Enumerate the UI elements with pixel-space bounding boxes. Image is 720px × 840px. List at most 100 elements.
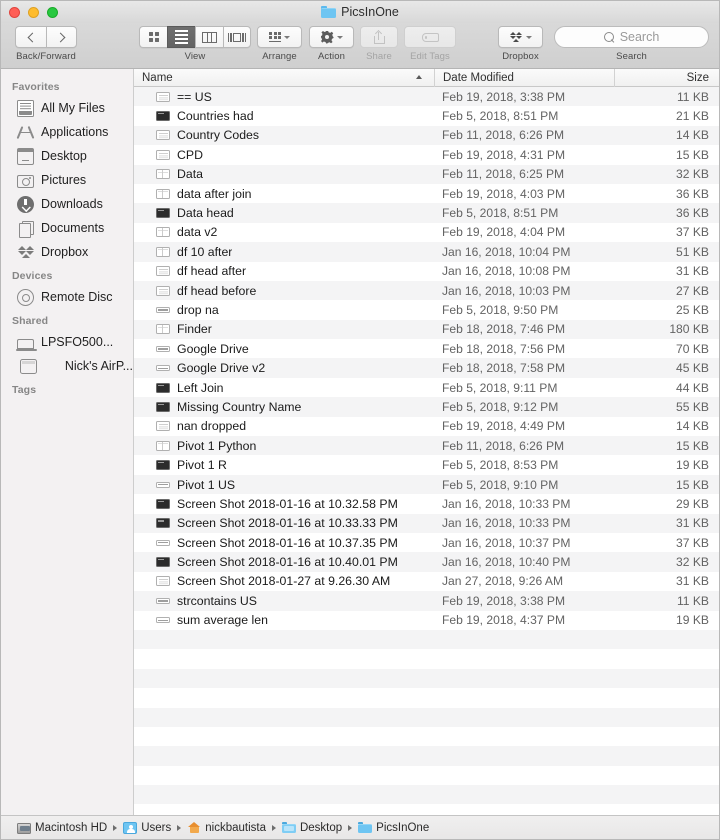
empty-row[interactable] <box>134 785 719 804</box>
empty-row[interactable] <box>134 669 719 688</box>
empty-row[interactable] <box>134 804 719 815</box>
table-row[interactable]: data after joinFeb 19, 2018, 4:03 PM36 K… <box>134 184 719 203</box>
table-row[interactable]: df head beforeJan 16, 2018, 10:03 PM27 K… <box>134 281 719 300</box>
table-row[interactable]: Country CodesFeb 11, 2018, 6:26 PM14 KB <box>134 126 719 145</box>
sidebar-item-all-my-files[interactable]: All My Files <box>1 96 133 120</box>
table-row[interactable]: drop naFeb 5, 2018, 9:50 PM25 KB <box>134 300 719 319</box>
breadcrumb-item[interactable]: PicsInOne <box>358 822 429 834</box>
table-row[interactable]: == USFeb 19, 2018, 3:38 PM11 KB <box>134 87 719 106</box>
chevron-down-icon <box>526 36 532 39</box>
arrange-button[interactable] <box>257 26 302 48</box>
file-name: Country Codes <box>177 128 259 142</box>
column-header-size[interactable]: Size <box>614 69 719 87</box>
close-button[interactable] <box>9 7 20 18</box>
table-row[interactable]: DataFeb 11, 2018, 6:25 PM32 KB <box>134 165 719 184</box>
breadcrumb-item[interactable]: Desktop <box>282 822 342 834</box>
sidebar-item-dropbox[interactable]: Dropbox <box>1 240 133 264</box>
magnifier-icon <box>604 32 615 43</box>
action-button[interactable] <box>309 26 354 48</box>
file-size: 31 KB <box>614 264 719 278</box>
table-row[interactable]: Screen Shot 2018-01-16 at 10.33.33 PM Jan… <box>134 514 719 533</box>
sidebar-item-desktop[interactable]: Desktop <box>1 144 133 168</box>
table-row[interactable]: df 10 afterJan 16, 2018, 10:04 PM51 KB <box>134 242 719 261</box>
breadcrumb-label: Users <box>141 822 171 834</box>
back-button[interactable] <box>15 26 46 48</box>
dropbox-button[interactable] <box>498 26 543 48</box>
file-name: Google Drive <box>177 342 249 356</box>
forward-button[interactable] <box>46 26 77 48</box>
search-input[interactable]: Search <box>554 26 709 48</box>
sidebar-item-pictures[interactable]: Pictures <box>1 168 133 192</box>
column-header-name[interactable]: Name <box>134 69 434 87</box>
table-row[interactable]: Pivot 1 RFeb 5, 2018, 8:53 PM19 KB <box>134 455 719 474</box>
file-name: Missing Country Name <box>177 400 301 414</box>
file-date-modified: Jan 16, 2018, 10:33 PM <box>434 516 614 530</box>
file-date-modified: Feb 11, 2018, 6:26 PM <box>434 439 614 453</box>
file-thumbnail-icon <box>156 482 170 488</box>
empty-row[interactable] <box>134 688 719 707</box>
table-row[interactable]: nan droppedFeb 19, 2018, 4:49 PM14 KB <box>134 417 719 436</box>
breadcrumb: Macintosh HD Users nickbautista Desktop Pics… <box>1 815 719 839</box>
file-name: df 10 after <box>177 245 232 259</box>
sidebar-item-remote-disc[interactable]: Remote Disc <box>1 285 133 309</box>
table-row[interactable]: CPDFeb 19, 2018, 4:31 PM15 KB <box>134 145 719 164</box>
empty-row[interactable] <box>134 708 719 727</box>
table-row[interactable]: data v2Feb 19, 2018, 4:04 PM37 KB <box>134 223 719 242</box>
table-row[interactable]: Screen Shot 2018-01-16 at 10.40.01 PMJan… <box>134 552 719 571</box>
downloads-arrow-icon <box>17 196 34 213</box>
table-row[interactable]: df head afterJan 16, 2018, 10:08 PM31 KB <box>134 262 719 281</box>
window-controls <box>9 7 58 18</box>
table-row[interactable]: Countries hadFeb 5, 2018, 8:51 PM21 KB <box>134 106 719 125</box>
sidebar-item-lpsfo500[interactable]: LPSFO500... <box>1 330 133 354</box>
file-list-area: Name Date Modified Size == USFeb 19, 201… <box>134 69 719 815</box>
table-row[interactable]: Screen Shot 2018-01-16 at 10.37.35 PMJan… <box>134 533 719 552</box>
file-name: Screen Shot 2018-01-16 at 10.37.35 PM <box>177 536 398 550</box>
view-label: View <box>185 51 206 62</box>
minimize-button[interactable] <box>28 7 39 18</box>
edit-tags-button[interactable] <box>404 26 456 48</box>
empty-row[interactable] <box>134 766 719 785</box>
file-name: Countries had <box>177 109 254 123</box>
table-row[interactable]: strcontains USFeb 19, 2018, 3:38 PM11 KB <box>134 591 719 610</box>
file-name: nan dropped <box>177 419 246 433</box>
view-as-columns-button[interactable] <box>195 26 223 48</box>
table-row[interactable]: Screen Shot 2018-01-16 at 10.32.58 PMJan… <box>134 494 719 513</box>
table-row[interactable]: Screen Shot 2018-01-27 at 9.26.30 AMJan … <box>134 572 719 591</box>
file-name: Screen Shot 2018-01-16 at 10.33.33 PM <box>177 516 398 530</box>
sidebar-item-applications[interactable]: Applications <box>1 120 133 144</box>
empty-row[interactable] <box>134 630 719 649</box>
table-row[interactable]: FinderFeb 18, 2018, 7:46 PM180 KB <box>134 320 719 339</box>
column-header-date-modified[interactable]: Date Modified <box>434 69 614 87</box>
file-thumbnail-icon <box>156 189 170 199</box>
table-row[interactable]: Google DriveFeb 18, 2018, 7:56 PM70 KB <box>134 339 719 358</box>
table-row[interactable]: Missing Country NameFeb 5, 2018, 9:12 PM… <box>134 397 719 416</box>
table-row[interactable]: Left JoinFeb 5, 2018, 9:11 PM44 KB <box>134 378 719 397</box>
view-as-list-button[interactable] <box>167 26 195 48</box>
share-button[interactable] <box>360 26 398 48</box>
file-name-cell: data v2 <box>134 225 434 239</box>
sidebar-item-documents[interactable]: Documents <box>1 216 133 240</box>
column-header-date-label: Date Modified <box>443 72 514 84</box>
maximize-button[interactable] <box>47 7 58 18</box>
view-as-coverflow-button[interactable] <box>223 26 251 48</box>
empty-row[interactable] <box>134 649 719 668</box>
file-name-cell: Screen Shot 2018-01-16 at 10.40.01 PM <box>134 555 434 569</box>
table-row[interactable]: Data headFeb 5, 2018, 8:51 PM36 KB <box>134 203 719 222</box>
file-name: == US <box>177 90 212 104</box>
breadcrumb-item[interactable]: Macintosh HD <box>17 822 107 834</box>
sidebar-item-nicks-airport[interactable]: Nick's AirP... <box>1 354 133 378</box>
table-row[interactable]: Google Drive v2Feb 18, 2018, 7:58 PM45 K… <box>134 358 719 377</box>
breadcrumb-item[interactable]: Users <box>123 822 171 834</box>
table-row[interactable]: Pivot 1 USFeb 5, 2018, 9:10 PM15 KB <box>134 475 719 494</box>
table-row[interactable]: Pivot 1 PythonFeb 11, 2018, 6:26 PM15 KB <box>134 436 719 455</box>
sidebar-item-label: Downloads <box>41 197 103 211</box>
breadcrumb-item[interactable]: nickbautista <box>187 822 266 834</box>
empty-row[interactable] <box>134 746 719 765</box>
table-row[interactable]: sum average lenFeb 19, 2018, 4:37 PM19 K… <box>134 611 719 630</box>
share-group: Share <box>360 26 398 62</box>
file-name-cell: CPD <box>134 148 434 162</box>
view-as-icons-button[interactable] <box>139 26 167 48</box>
file-thumbnail-icon <box>156 421 170 431</box>
empty-row[interactable] <box>134 727 719 746</box>
sidebar-item-downloads[interactable]: Downloads <box>1 192 133 216</box>
